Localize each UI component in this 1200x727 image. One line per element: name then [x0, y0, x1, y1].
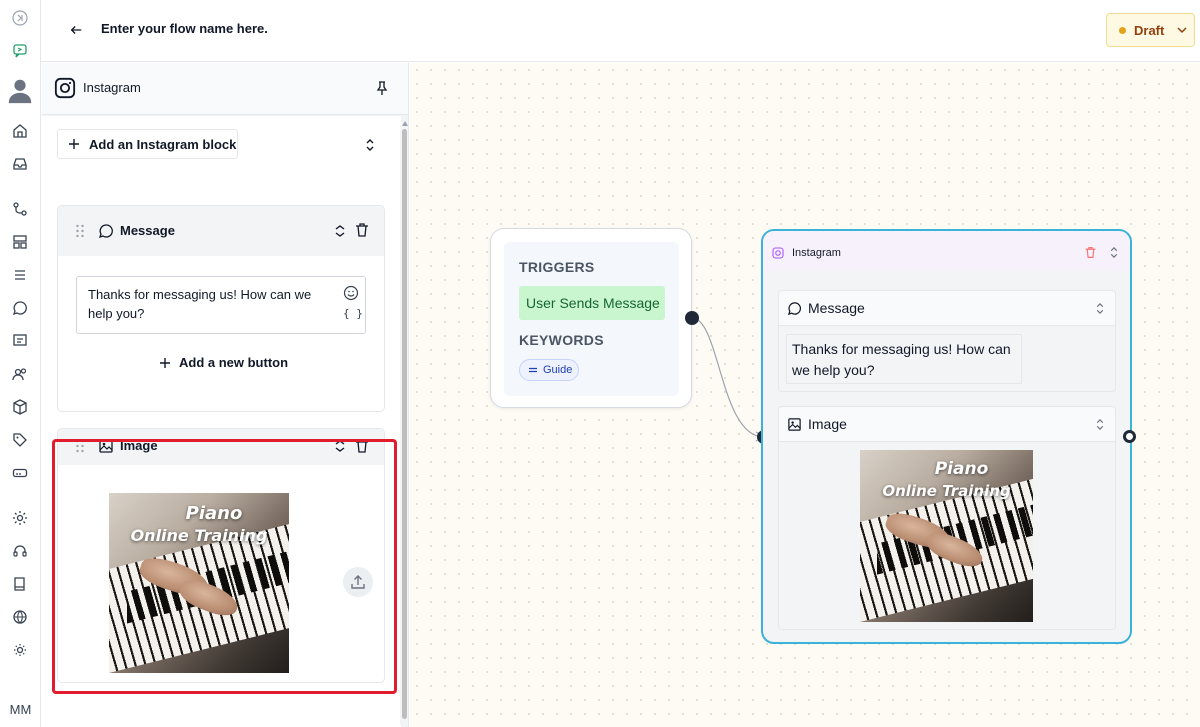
image-icon [788, 418, 801, 431]
book-icon[interactable] [8, 572, 32, 596]
sun-icon[interactable] [8, 638, 32, 662]
add-instagram-block-button[interactable]: Add an Instagram block [57, 129, 238, 159]
instagram-icon [772, 247, 784, 259]
inbox-icon[interactable] [8, 152, 32, 176]
plus-icon [69, 139, 79, 149]
node-image-header: Image [779, 407, 1115, 442]
status-label: Draft [1134, 22, 1165, 38]
collapse-icon[interactable] [8, 6, 32, 30]
keywords-label: KEYWORDS [519, 332, 604, 348]
back-arrow-icon[interactable] [66, 20, 86, 40]
panel-channel-name: Instagram [83, 80, 141, 95]
chevron-updown-icon[interactable] [1095, 302, 1105, 315]
node-image-caption-line2: Online Training [882, 482, 1011, 500]
avatar[interactable] [4, 74, 36, 106]
message-textarea[interactable]: Thanks for messaging us! How can we help… [76, 276, 366, 334]
node-message-header: Message [779, 291, 1115, 326]
message-block-header: Message [58, 206, 384, 256]
node-piano-image: Piano Online Training [860, 450, 1033, 622]
tag-icon[interactable] [8, 428, 32, 452]
home-icon[interactable] [8, 119, 32, 143]
status-dropdown[interactable]: Draft [1106, 13, 1195, 47]
instagram-node[interactable]: Instagram Message Thanks for messaging u… [761, 229, 1132, 644]
chevron-down-icon [1177, 27, 1187, 34]
emoji-icon[interactable] [343, 285, 359, 301]
plus-icon [160, 357, 170, 368]
node-message-title: Message [808, 300, 865, 316]
chevron-updown-icon[interactable] [362, 137, 378, 153]
contacts-icon[interactable] [8, 362, 32, 386]
trigger-node-body: TRIGGERS User Sends Message KEYWORDS Gui… [504, 242, 679, 396]
add-new-button-label: Add a new button [179, 355, 289, 370]
status-dot [1119, 26, 1126, 34]
chevron-updown-icon[interactable] [1109, 246, 1119, 259]
selection-highlight [52, 439, 397, 694]
flows-icon[interactable] [8, 197, 32, 221]
message-block-card: Message Thanks for messaging us! How can… [57, 205, 385, 412]
add-new-button[interactable]: Add a new button [159, 355, 288, 370]
instagram-node-header: Instagram [763, 231, 1130, 271]
message-bubble-icon [98, 224, 113, 239]
user-initials[interactable]: MM [0, 702, 41, 717]
node-message-card[interactable]: Message Thanks for messaging us! How can… [778, 290, 1116, 392]
settings-icon[interactable] [8, 506, 32, 530]
instagram-node-title: Instagram [792, 247, 841, 259]
panel-scrollbar[interactable] [400, 121, 408, 725]
instagram-output-port[interactable] [1123, 430, 1136, 443]
panel-header: Instagram [42, 63, 408, 115]
input-icon[interactable] [8, 461, 32, 485]
keyword-value: Guide [543, 364, 573, 376]
variables-icon[interactable]: { } [343, 307, 363, 320]
trash-icon[interactable] [354, 222, 370, 238]
trash-icon[interactable] [1084, 246, 1097, 259]
message-bubble-icon [787, 302, 801, 316]
templates-icon[interactable] [8, 230, 32, 254]
trigger-output-port[interactable] [685, 311, 699, 325]
chat-icon[interactable] [8, 296, 32, 320]
equals-icon [529, 367, 537, 373]
list-icon[interactable] [8, 263, 32, 287]
scrollbar-thumb[interactable] [402, 129, 407, 719]
message-block-title: Message [120, 223, 175, 238]
keyword-pill[interactable]: Guide [519, 359, 579, 381]
flow-name-input[interactable]: Enter your flow name here. [101, 21, 268, 36]
headset-icon[interactable] [8, 539, 32, 563]
add-block-label: Add an Instagram block [89, 136, 237, 152]
comments-icon[interactable] [8, 329, 32, 353]
node-image-title: Image [808, 416, 847, 432]
trigger-pill[interactable]: User Sends Message [519, 286, 665, 320]
instagram-icon [54, 77, 76, 99]
icon-rail: MM [0, 0, 41, 727]
node-image-caption-line1: Piano [934, 459, 989, 479]
chevron-updown-icon[interactable] [1095, 418, 1105, 431]
trigger-node[interactable]: TRIGGERS User Sends Message KEYWORDS Gui… [490, 228, 692, 408]
flow-canvas[interactable]: TRIGGERS User Sends Message KEYWORDS Gui… [410, 63, 1200, 727]
pin-icon[interactable] [374, 80, 390, 96]
chevron-updown-icon[interactable] [333, 223, 347, 239]
chat-bot-icon[interactable] [8, 38, 32, 62]
drag-handle-icon[interactable] [75, 224, 85, 238]
node-image-card[interactable]: Image Piano Online Training [778, 406, 1116, 630]
top-header: Enter your flow name here. Draft [41, 0, 1200, 62]
box-icon[interactable] [8, 395, 32, 419]
globe-icon[interactable] [8, 605, 32, 629]
node-message-text: Thanks for messaging us! How can we help… [786, 334, 1022, 384]
triggers-label: TRIGGERS [519, 259, 595, 275]
